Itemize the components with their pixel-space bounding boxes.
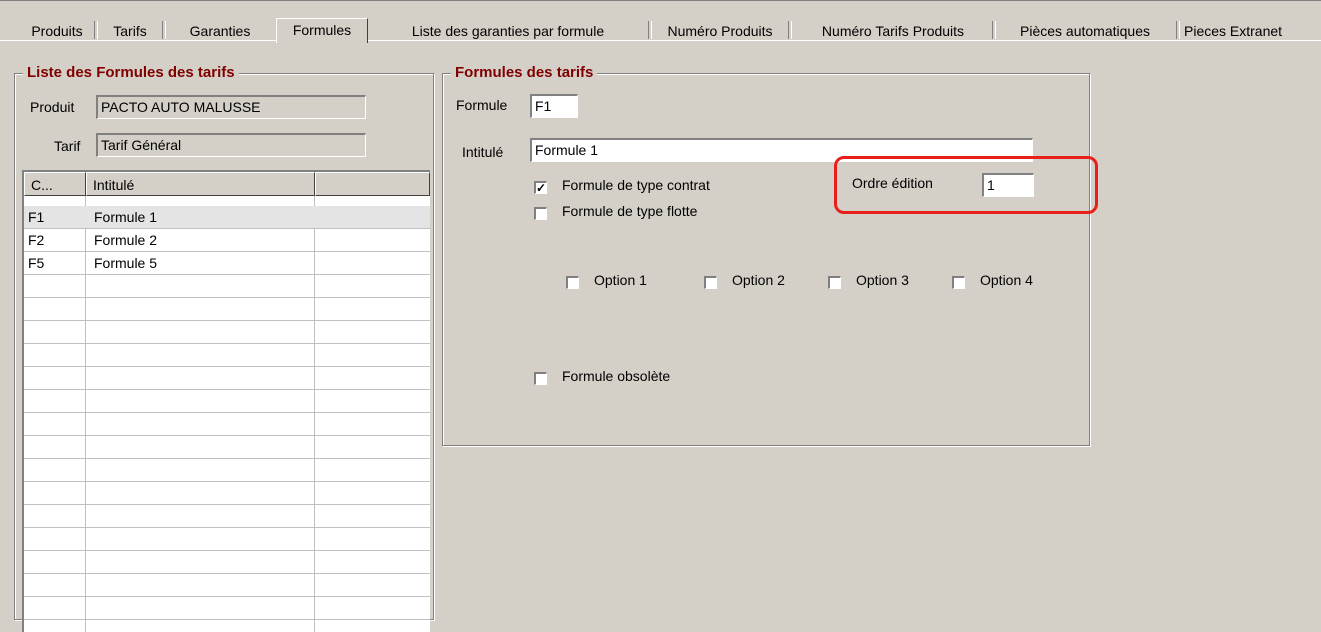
empty-row[interactable]	[24, 413, 430, 436]
highlight-annotation	[834, 156, 1098, 214]
flotte-checkbox[interactable]	[534, 207, 547, 220]
produit-label: Produit	[30, 99, 75, 115]
obsolete-label: Formule obsolète	[562, 368, 671, 384]
option-3-checkbox[interactable]	[828, 276, 841, 289]
empty-row[interactable]	[24, 505, 430, 528]
empty-row[interactable]	[24, 551, 430, 574]
option-1-label: Option 1	[594, 272, 647, 288]
formules-grid: C... Intitulé F1 Formule 1 F2 Formule 2 …	[22, 170, 430, 632]
empty-row[interactable]	[24, 321, 430, 344]
grid-header-extra[interactable]	[315, 172, 430, 196]
contrat-checkbox[interactable]: ✓	[534, 181, 547, 194]
row-code: F2	[28, 232, 45, 248]
tab-separator	[992, 21, 996, 39]
tab-formules[interactable]: Formules	[276, 18, 368, 43]
produit-field: PACTO AUTO MALUSSE	[96, 95, 366, 119]
empty-row[interactable]	[24, 298, 430, 321]
tab-tarifs[interactable]: Tarifs	[104, 21, 156, 41]
option-3-label: Option 3	[856, 272, 909, 288]
tab-liste-garanties-par-formule[interactable]: Liste des garanties par formule	[370, 21, 646, 41]
formules-tarifs-groupbox: Formules des tarifs	[442, 64, 1090, 446]
empty-row[interactable]	[24, 344, 430, 367]
tarif-label: Tarif	[54, 138, 81, 154]
empty-row[interactable]	[24, 482, 430, 505]
empty-row[interactable]	[24, 574, 430, 597]
formule-input[interactable]: F1	[530, 94, 578, 118]
empty-row[interactable]	[24, 436, 430, 459]
formule-label: Formule	[456, 97, 508, 113]
tab-separator	[788, 21, 792, 39]
tab-separator	[1176, 21, 1180, 39]
row-code: F5	[28, 255, 45, 271]
empty-row[interactable]	[24, 597, 430, 620]
row-intitule: Formule 5	[94, 255, 158, 271]
table-row[interactable]: F5 Formule 5	[24, 252, 430, 275]
empty-row[interactable]	[24, 528, 430, 551]
table-row[interactable]: F2 Formule 2	[24, 229, 430, 252]
obsolete-checkbox[interactable]	[534, 372, 547, 385]
tab-separator	[94, 21, 98, 39]
grid-header-code[interactable]: C...	[24, 172, 86, 196]
grid-header-intitule[interactable]: Intitulé	[86, 172, 315, 196]
tab-strip: Produits Tarifs Garanties Formules Liste…	[0, 0, 1321, 43]
tab-pieces-automatiques[interactable]: Pièces automatiques	[998, 21, 1172, 41]
tab-produits[interactable]: Produits	[26, 21, 88, 41]
tab-garanties[interactable]: Garanties	[172, 21, 268, 41]
empty-row[interactable]	[24, 367, 430, 390]
tab-separator	[648, 21, 652, 39]
tab-separator	[162, 21, 166, 39]
row-intitule: Formule 2	[94, 232, 158, 248]
row-intitule: Formule 1	[94, 209, 158, 225]
tab-page-border	[0, 40, 1321, 41]
row-code: F1	[28, 209, 45, 225]
liste-formules-legend: Liste des Formules des tarifs	[23, 64, 239, 81]
tab-pieces-extranet[interactable]: Pieces Extranet	[1184, 21, 1321, 41]
contrat-label: Formule de type contrat	[562, 177, 710, 193]
option-1-checkbox[interactable]	[566, 276, 579, 289]
tab-numero-tarifs-produits[interactable]: Numéro Tarifs Produits	[796, 21, 990, 41]
option-4-label: Option 4	[980, 272, 1033, 288]
tarif-field: Tarif Général	[96, 133, 366, 157]
tab-numero-produits[interactable]: Numéro Produits	[654, 21, 786, 41]
empty-row[interactable]	[24, 275, 430, 298]
option-2-checkbox[interactable]	[704, 276, 717, 289]
empty-row[interactable]	[24, 459, 430, 482]
empty-row[interactable]	[24, 390, 430, 413]
intitule-label: Intitulé	[462, 144, 504, 160]
table-row[interactable]: F1 Formule 1	[24, 206, 430, 229]
formules-tarifs-legend: Formules des tarifs	[451, 64, 598, 81]
option-2-label: Option 2	[732, 272, 785, 288]
option-4-checkbox[interactable]	[952, 276, 965, 289]
flotte-label: Formule de type flotte	[562, 203, 698, 219]
